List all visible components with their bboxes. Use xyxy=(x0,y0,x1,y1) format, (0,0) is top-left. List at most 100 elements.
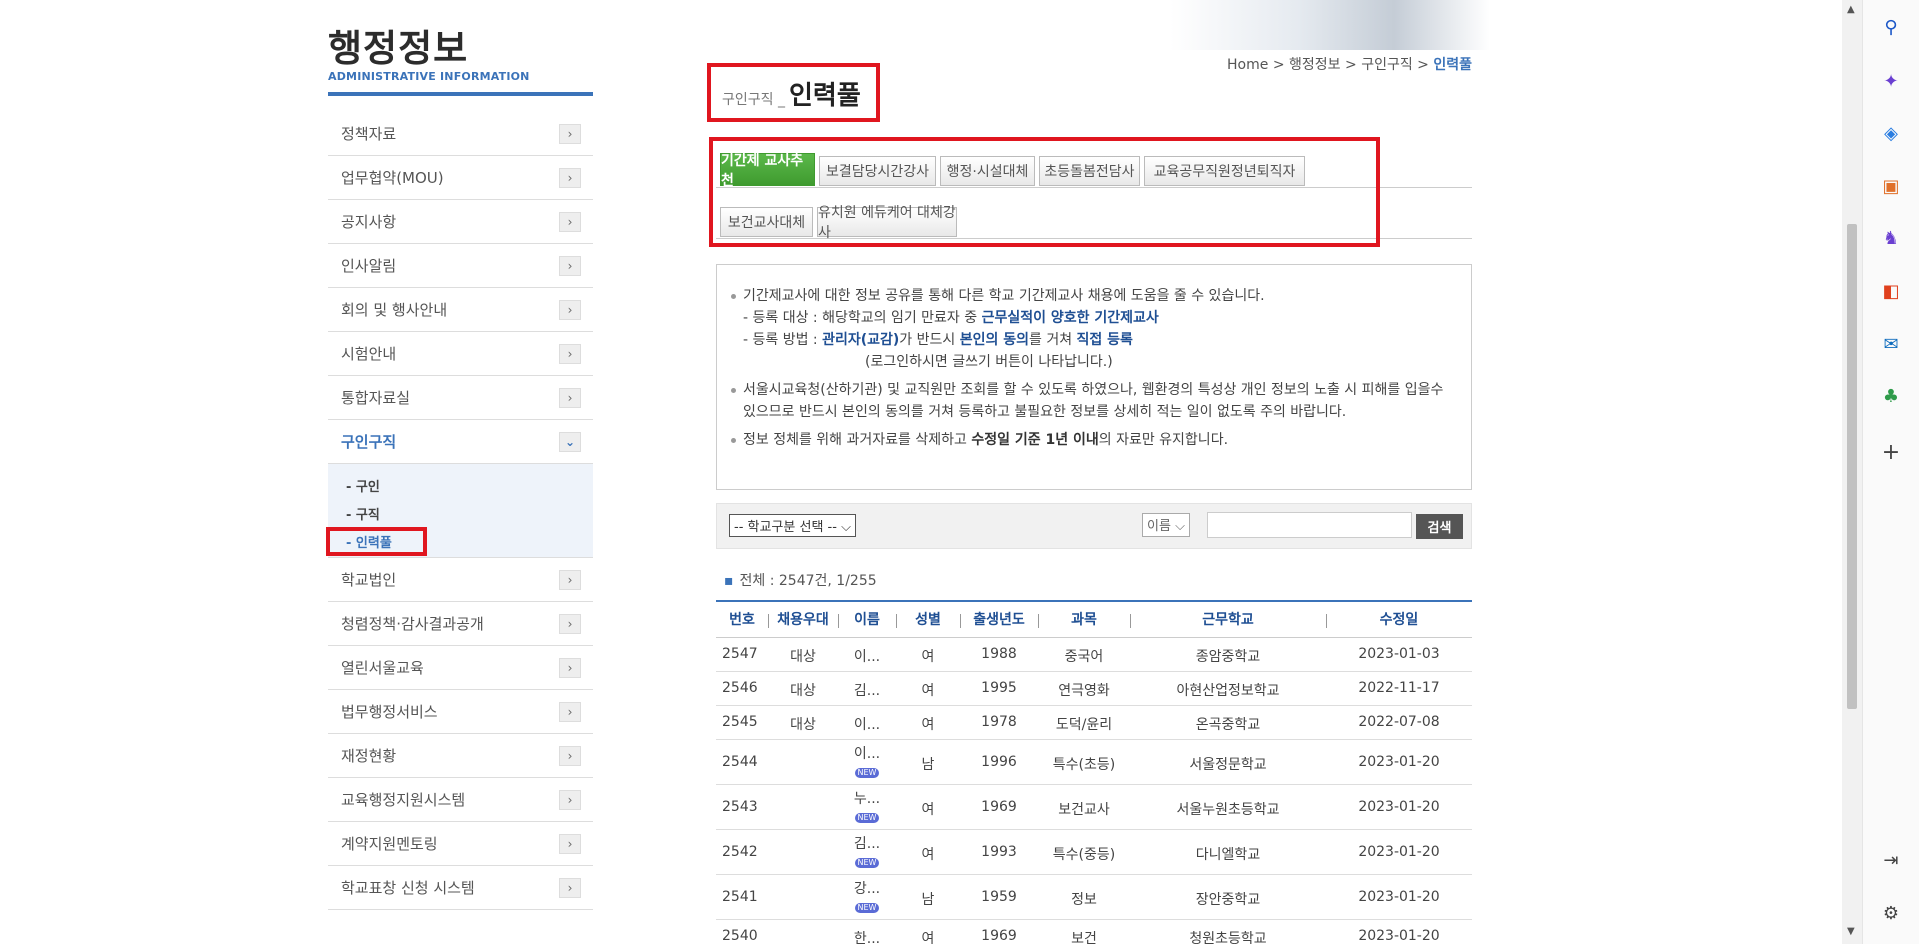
sidebar-item-label: 인사알림 xyxy=(341,257,397,275)
sidebar-subitem[interactable]: - 구인 xyxy=(346,474,593,502)
chevron-down-icon: ⌵ xyxy=(841,520,851,535)
table-cell-name[interactable]: 김... xyxy=(838,680,896,700)
sidebar-item[interactable]: 재정현황 › xyxy=(328,734,593,778)
sidebar-item[interactable]: 정책자료 › xyxy=(328,112,593,156)
table-row[interactable]: 2544 이... NEW 남 1996 특수(초등) 서울정문학교 2023-01-20 xyxy=(716,740,1472,785)
table-cell-date: 2023-01-20 xyxy=(1358,844,1440,860)
sidebar-item[interactable]: 청렴정책·감사결과공개 › xyxy=(328,602,593,646)
games-icon[interactable]: ♞ xyxy=(1878,225,1904,251)
table-cell-name[interactable]: 이... xyxy=(838,646,896,666)
office-icon[interactable]: ◧ xyxy=(1878,278,1904,304)
browser-sidebar: ⚲ ✦ ◈ ▣ ♞ ◧ ✉ ♣ + ⇥ ⚙ xyxy=(1862,0,1919,944)
sidebar-item[interactable]: 학교표창 신청 시스템 › xyxy=(328,866,593,910)
table-cell-no: 2545 xyxy=(722,714,758,730)
sidebar-item-label: 계약지원멘토링 xyxy=(341,835,438,853)
sidebar-item[interactable]: 법무행정서비스 › xyxy=(328,690,593,734)
info-text: - 등록 방법 : xyxy=(743,332,823,348)
table-row[interactable]: 2540 한... 여 1969 보건 청원초등학교 2023-01-20 xyxy=(716,920,1472,944)
table-cell-no: 2541 xyxy=(722,889,758,905)
table-row[interactable]: 2543 누... NEW 여 1969 보건교사 서울누원초등학교 2023-01-20 xyxy=(716,785,1472,830)
sidebar-item-label: 재정현황 xyxy=(341,747,397,765)
tools-icon[interactable]: ▣ xyxy=(1878,173,1904,199)
add-icon[interactable]: + xyxy=(1878,439,1904,465)
table-cell-subj: 보건 xyxy=(1071,931,1097,944)
shopping-tag-icon[interactable]: ◈ xyxy=(1878,120,1904,146)
table-cell-school: 종암중학교 xyxy=(1195,649,1261,665)
sidebar-item[interactable]: 계약지원멘토링 › xyxy=(328,822,593,866)
column-header[interactable]: 번호 xyxy=(716,602,768,638)
search-icon[interactable]: ⚲ xyxy=(1878,14,1904,40)
search-input[interactable] xyxy=(1207,512,1412,538)
table-cell-subj: 연극영화 xyxy=(1058,683,1110,699)
sidebar-item-label: 정책자료 xyxy=(341,125,397,143)
search-button[interactable]: 검색 xyxy=(1416,514,1463,539)
breadcrumb-l2[interactable]: 구인구직 xyxy=(1361,57,1413,73)
table-cell-name[interactable]: 이... NEW xyxy=(838,743,896,779)
table-cell-name[interactable]: 한... xyxy=(838,928,896,944)
settings-icon[interactable]: ⚙ xyxy=(1878,900,1904,926)
breadcrumb-home[interactable]: Home xyxy=(1227,57,1268,73)
school-type-select-value: -- 학교구분 선택 -- xyxy=(734,520,837,535)
table-cell-year: 1996 xyxy=(981,754,1017,770)
table-cell-pref: 대상 xyxy=(790,717,816,733)
lnb-title-ko: 행정정보 xyxy=(328,27,469,70)
new-badge: NEW xyxy=(854,903,880,913)
chevron-right-icon: › xyxy=(559,123,581,144)
chevron-right-icon: › xyxy=(559,343,581,364)
sidebar-subitem[interactable]: - 구직 xyxy=(346,502,593,530)
sidebar-item[interactable]: 교육행정지원시스템 › xyxy=(328,778,593,822)
table-cell-name[interactable]: 누... NEW xyxy=(838,788,896,824)
table-cell-name[interactable]: 김... NEW xyxy=(838,833,896,869)
panel-toggle-icon[interactable]: ⇥ xyxy=(1878,847,1904,873)
copilot-icon[interactable]: ✦ xyxy=(1878,68,1904,94)
column-header[interactable]: 성별 xyxy=(896,602,960,638)
sidebar-item[interactable]: 시험안내 › xyxy=(328,332,593,376)
scroll-down-arrow[interactable]: ▼ xyxy=(1847,926,1855,937)
page: 행정정보 ADMINISTRATIVE INFORMATION 정책자료 › 업무협… xyxy=(0,0,1842,944)
sidebar-item[interactable]: 업무협약(MOU) › xyxy=(328,156,593,200)
scroll-thumb[interactable] xyxy=(1847,224,1857,709)
search-field-select-value: 이름 xyxy=(1147,519,1171,534)
outlook-icon[interactable]: ✉ xyxy=(1878,331,1904,357)
total-count: 전체 : 2547건, 1/255 xyxy=(724,570,877,590)
sidebar-item[interactable]: 인사알림 › xyxy=(328,244,593,288)
column-header[interactable]: 채용우대 xyxy=(768,602,838,638)
sidebar-item-label: 학교표창 신청 시스템 xyxy=(341,879,475,897)
sidebar-item-label: 교육행정지원시스템 xyxy=(341,791,466,809)
column-header[interactable]: 출생년도 xyxy=(960,602,1038,638)
page-scrollbar[interactable]: ▲ ▼ xyxy=(1842,0,1862,944)
school-type-select[interactable]: -- 학교구분 선택 -- ⌵ xyxy=(729,514,856,537)
column-header[interactable]: 수정일 xyxy=(1326,602,1472,638)
column-separator xyxy=(1130,614,1131,628)
info-text: 를 거쳐 xyxy=(1029,332,1077,348)
search-field-select[interactable]: 이름 ⌵ xyxy=(1142,513,1190,537)
chevron-right-icon: › xyxy=(559,745,581,766)
sidebar-item[interactable]: 회의 및 행사안내 › xyxy=(328,288,593,332)
column-header[interactable]: 과목 xyxy=(1038,602,1130,638)
table-cell-name[interactable]: 강... NEW xyxy=(838,878,896,914)
table-row[interactable]: 2547 대상 이... 여 1988 중국어 종암중학교 2023-01-03 xyxy=(716,638,1472,672)
table-row[interactable]: 2545 대상 이... 여 1978 도덕/윤리 온곡중학교 2022-07-08 xyxy=(716,706,1472,740)
table-cell-year: 1969 xyxy=(981,928,1017,944)
column-header[interactable]: 근무학교 xyxy=(1130,602,1326,638)
info-p3: 정보 정체를 위해 과거자료를 삭제하고 수정일 기준 1년 이내의 자료만 유… xyxy=(729,429,1457,451)
table-row[interactable]: 2542 김... NEW 여 1993 특수(중등) 다니엘학교 2023-01-20 xyxy=(716,830,1472,875)
table-row[interactable]: 2546 대상 김... 여 1995 연극영화 아현산업정보학교 2022-11-17 xyxy=(716,672,1472,706)
tree-icon[interactable]: ♣ xyxy=(1878,383,1904,409)
sidebar-item[interactable]: 구인구직 ⌄ xyxy=(328,420,593,464)
table-cell-sex: 여 xyxy=(921,683,935,699)
sidebar-item[interactable]: 열린서울교육 › xyxy=(328,646,593,690)
info-p1b: - 등록 방법 : 관리자(교감)가 반드시 본인의 동의를 거쳐 직접 등록 xyxy=(729,329,1457,351)
table-row[interactable]: 2541 강... NEW 남 1959 정보 장안중학교 2023-01-20 xyxy=(716,875,1472,920)
sidebar-item[interactable]: 통합자료실 › xyxy=(328,376,593,420)
column-header[interactable]: 이름 xyxy=(838,602,896,638)
chevron-right-icon: › xyxy=(559,569,581,590)
table-cell-date: 2023-01-20 xyxy=(1358,799,1440,815)
breadcrumb-l1[interactable]: 행정정보 xyxy=(1289,57,1341,73)
scroll-up-arrow[interactable]: ▲ xyxy=(1847,4,1855,15)
sidebar-item[interactable]: 학교법인 › xyxy=(328,558,593,602)
breadcrumb: Home > 행정정보 > 구인구직 > 인력풀 xyxy=(1227,54,1472,74)
chevron-right-icon: › xyxy=(559,657,581,678)
table-cell-name[interactable]: 이... xyxy=(838,714,896,734)
sidebar-item[interactable]: 공지사항 › xyxy=(328,200,593,244)
